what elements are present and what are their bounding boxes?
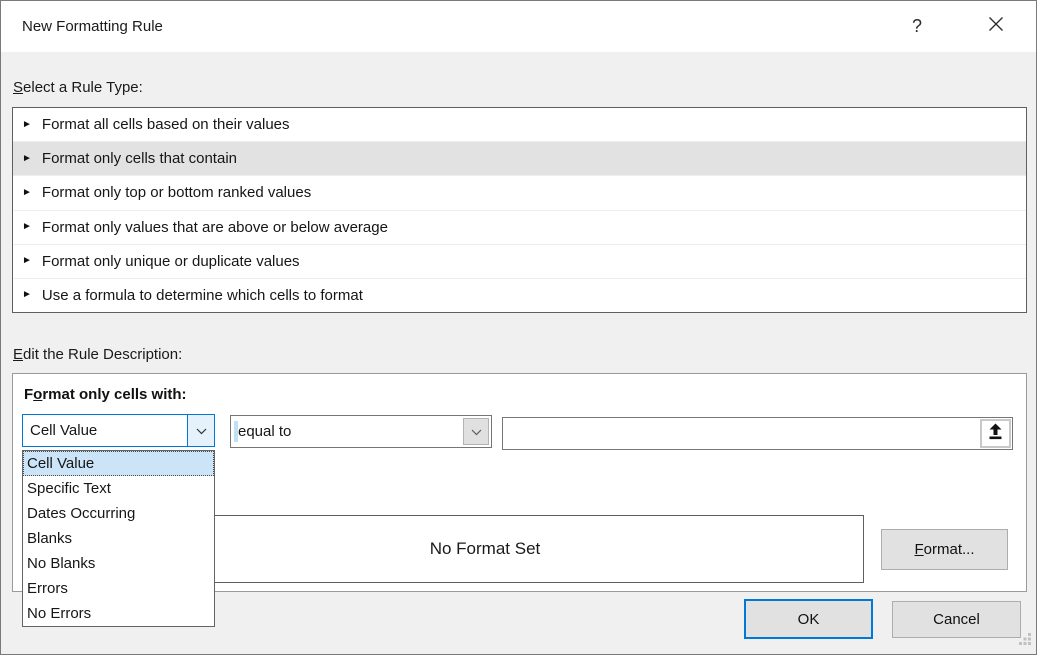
close-button[interactable] (976, 1, 1016, 52)
rule-type-item[interactable]: ► Format all cells based on their values (13, 108, 1026, 142)
rule-type-item-label: Format only unique or duplicate values (42, 253, 300, 270)
edit-rule-description-label: Edit the Rule Description: (13, 346, 182, 363)
ok-button-label: OK (798, 611, 820, 628)
new-formatting-rule-dialog: New Formatting Rule ? Select a Rule Type… (0, 0, 1037, 655)
dialog-title: New Formatting Rule (22, 1, 163, 52)
rule-type-listbox: ► Format all cells based on their values… (12, 107, 1027, 313)
format-button[interactable]: Format... (881, 529, 1008, 570)
cell-value-type-dropdown-list: Cell Value Specific Text Dates Occurring… (22, 450, 215, 627)
value-input[interactable] (502, 417, 1013, 450)
operator-combobox[interactable]: equal to (230, 415, 492, 448)
dropdown-item-label: Specific Text (27, 480, 111, 497)
dropdown-item-label: Dates Occurring (27, 505, 135, 522)
format-preview-box: No Format Set (106, 515, 864, 583)
rule-type-item-label: Format only cells that contain (42, 150, 237, 167)
dropdown-item[interactable]: Specific Text (23, 476, 214, 501)
help-icon: ? (912, 16, 922, 37)
cell-value-type-combobox[interactable]: Cell Value (22, 414, 215, 447)
dropdown-item[interactable]: Errors (23, 576, 214, 601)
chevron-down-icon (196, 422, 207, 439)
format-button-label: Format... (914, 541, 974, 558)
dropdown-item-label: No Errors (27, 605, 91, 622)
help-button[interactable]: ? (900, 1, 934, 52)
dropdown-item-label: Errors (27, 580, 68, 597)
rule-arrow-icon: ► (22, 222, 32, 232)
format-only-cells-with-label: Format only cells with: (24, 386, 187, 403)
rule-type-item[interactable]: ► Use a formula to determine which cells… (13, 279, 1026, 312)
dropdown-item-label: Blanks (27, 530, 72, 547)
rule-type-item-label: Format only top or bottom ranked values (42, 184, 311, 201)
dropdown-item-label: Cell Value (27, 455, 94, 472)
cancel-button-label: Cancel (933, 611, 980, 628)
rule-arrow-icon: ► (22, 154, 32, 164)
cell-value-type-value: Cell Value (30, 415, 97, 446)
title-bar: New Formatting Rule ? (1, 1, 1036, 52)
collapse-dialog-icon (988, 423, 1003, 445)
dropdown-item[interactable]: No Errors (23, 601, 214, 626)
rule-type-item-label: Format all cells based on their values (42, 116, 290, 133)
select-rule-type-label: Select a Rule Type: (13, 79, 143, 96)
collapse-dialog-button[interactable] (980, 419, 1011, 448)
chevron-down-icon (471, 423, 482, 440)
rule-type-item-label: Use a formula to determine which cells t… (42, 287, 363, 304)
rule-description-groupbox: Format only cells with: Cell Value equal… (12, 373, 1027, 592)
rule-arrow-icon: ► (22, 290, 32, 300)
close-icon (988, 16, 1004, 37)
cancel-button[interactable]: Cancel (892, 601, 1021, 638)
rule-type-item[interactable]: ► Format only unique or duplicate values (13, 245, 1026, 279)
operator-dropdown-button[interactable] (463, 418, 489, 445)
dropdown-item-selected[interactable]: Cell Value (23, 451, 214, 476)
rule-type-item-selected[interactable]: ► Format only cells that contain (13, 142, 1026, 176)
resize-grip-icon[interactable] (1019, 633, 1032, 651)
dropdown-item-label: No Blanks (27, 555, 95, 572)
rule-arrow-icon: ► (22, 120, 32, 130)
rule-arrow-icon: ► (22, 188, 32, 198)
dropdown-item[interactable]: Dates Occurring (23, 501, 214, 526)
rule-type-item-label: Format only values that are above or bel… (42, 219, 388, 236)
operator-value: equal to (238, 416, 291, 447)
cell-value-type-dropdown-button[interactable] (187, 415, 214, 446)
dropdown-item[interactable]: No Blanks (23, 551, 214, 576)
rule-type-item[interactable]: ► Format only values that are above or b… (13, 211, 1026, 245)
ok-button[interactable]: OK (744, 599, 873, 639)
rule-type-item[interactable]: ► Format only top or bottom ranked value… (13, 176, 1026, 210)
rule-arrow-icon: ► (22, 256, 32, 266)
format-preview-text: No Format Set (430, 539, 541, 559)
dropdown-item[interactable]: Blanks (23, 526, 214, 551)
